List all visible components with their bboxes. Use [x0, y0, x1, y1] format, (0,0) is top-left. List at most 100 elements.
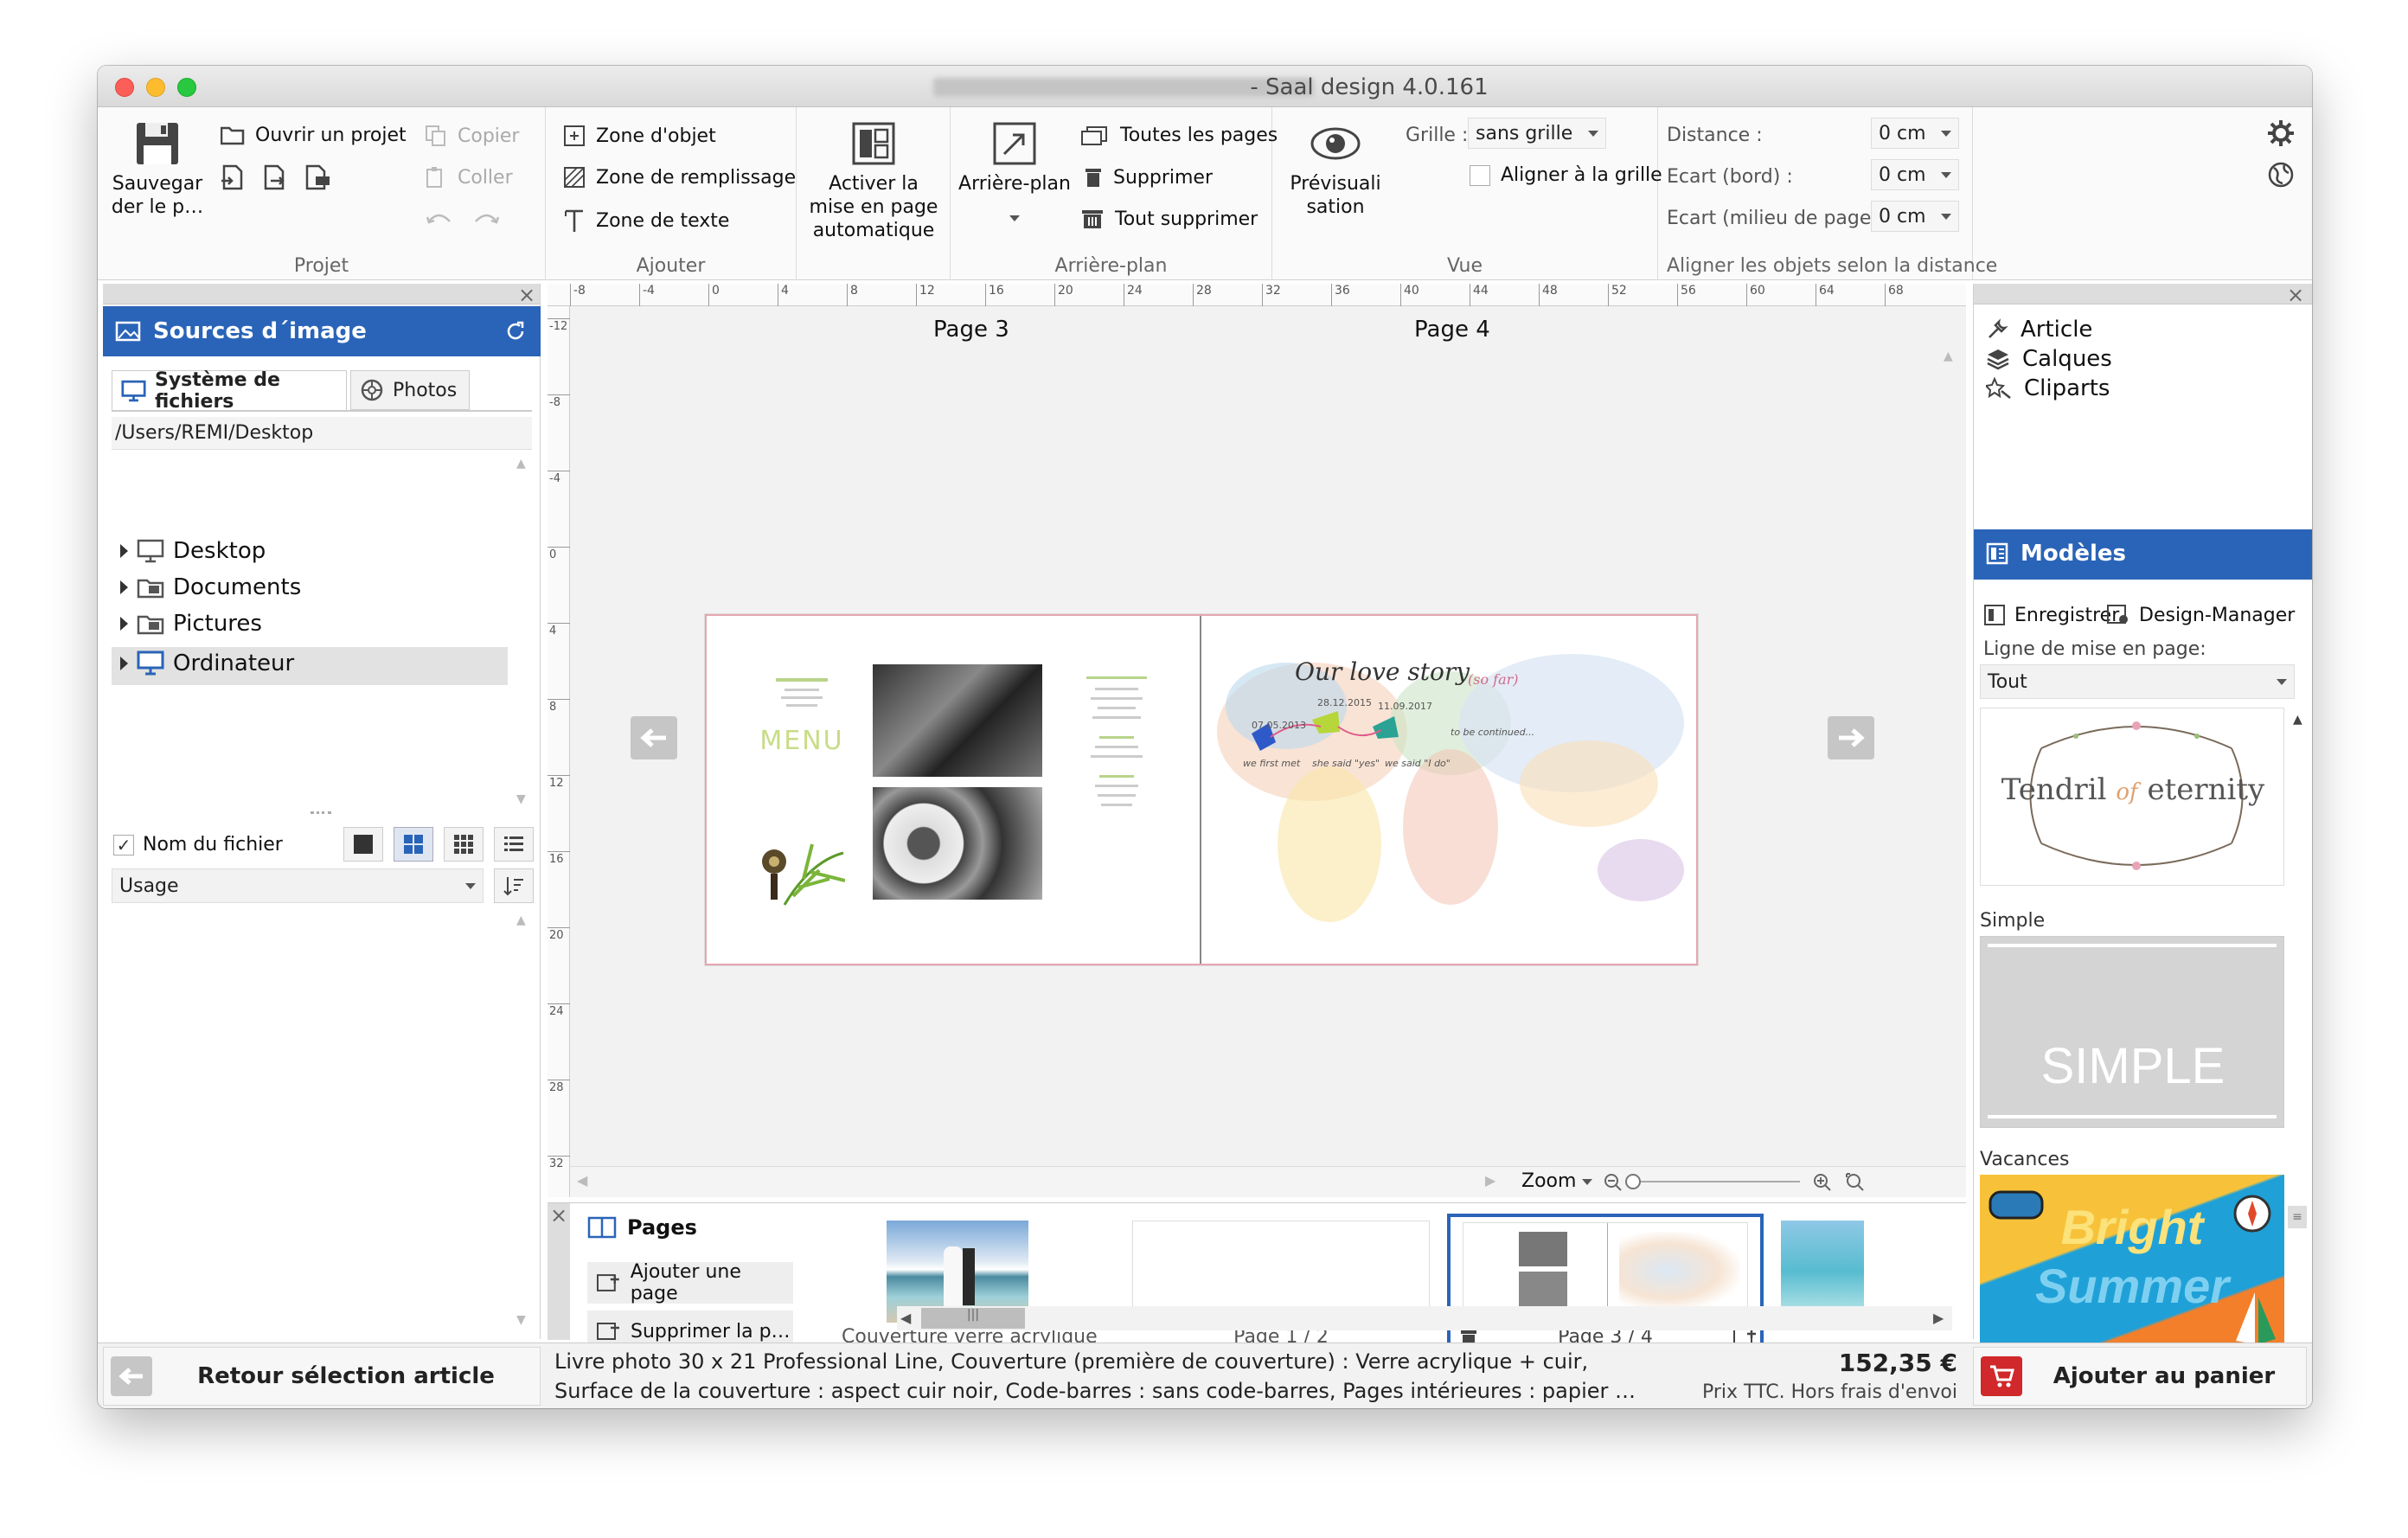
splitter-handle[interactable] — [311, 811, 331, 817]
import-icon[interactable] — [221, 164, 247, 190]
add-page-button[interactable]: Ajouter une page — [587, 1261, 793, 1304]
template-vacances[interactable]: Bright Summer — [1980, 1175, 2284, 1365]
tree-item-documents[interactable]: Documents — [120, 574, 301, 600]
scrollbar-thumb[interactable]: ≡ — [2288, 1206, 2307, 1228]
scroll-right-arrow[interactable]: ▶ — [1485, 1172, 1495, 1189]
template-simple[interactable]: SIMPLE — [1980, 936, 2284, 1128]
align-grid-checkbox[interactable]: Aligner à la grille — [1470, 164, 1662, 186]
expand-arrow-icon[interactable] — [120, 657, 128, 670]
menu-card[interactable]: MENU — [741, 663, 862, 913]
photo-black-white-1[interactable] — [873, 664, 1042, 777]
zoom-out-icon[interactable] — [1603, 1172, 1623, 1193]
sort-direction-button[interactable] — [494, 868, 534, 903]
undo-icon[interactable] — [426, 211, 452, 227]
filename-checkbox[interactable]: ✓ Nom du fichier — [113, 834, 283, 856]
delete-all-background-button[interactable]: Tout supprimer — [1080, 208, 1258, 230]
open-project-button[interactable]: Ouvrir un projet — [221, 125, 407, 146]
sidebar-item-calques[interactable]: Calques — [1974, 344, 2312, 374]
ruler-vertical: -12 -8 -4 0 4 8 12 16 20 24 28 32 — [548, 306, 570, 1197]
chevron-down-icon[interactable] — [1009, 215, 1020, 221]
copy-button[interactable]: Copier — [425, 125, 519, 147]
expand-arrow-icon[interactable] — [120, 580, 128, 594]
scroll-left-arrow[interactable]: ◀ — [900, 1310, 911, 1326]
sidebar-item-article[interactable]: Article — [1974, 315, 2312, 344]
pages-scrollbar[interactable]: ◀ ||| ▶ — [897, 1306, 1952, 1330]
sidebar-item-modeles[interactable]: Modèles — [1974, 529, 2312, 578]
sort-select[interactable]: Usage — [112, 868, 484, 903]
tree-item-desktop[interactable]: Desktop — [120, 538, 266, 564]
world-map-page[interactable]: Our love story (so far) 07.05.2013 28.12… — [1208, 637, 1693, 939]
zoom-window-button[interactable] — [177, 78, 196, 97]
ruler-tick-label: 40 — [1404, 284, 1419, 298]
scroll-up-arrow[interactable]: ▲ — [516, 457, 528, 471]
minimize-window-button[interactable] — [146, 78, 165, 97]
tab-photos[interactable]: Photos — [350, 370, 470, 410]
tree-item-pictures[interactable]: Pictures — [120, 611, 262, 637]
scroll-down-arrow[interactable]: ▼ — [516, 792, 528, 806]
page-spread[interactable]: MENU Our love story (so far) 07.05.2013 … — [705, 614, 1698, 965]
panel-drag-handle[interactable] — [1974, 284, 2312, 304]
auto-layout-button[interactable]: Activer la mise en page automatique — [804, 121, 944, 242]
design-manager-button[interactable]: Design-Manager — [2106, 604, 2295, 626]
program-card[interactable] — [1056, 663, 1177, 915]
export-icon[interactable] — [262, 164, 288, 190]
scrollbar-thumb[interactable]: ||| — [921, 1308, 1025, 1329]
tree-item-computer[interactable]: Ordinateur — [120, 650, 294, 676]
view-large-button[interactable] — [343, 827, 383, 862]
view-list-button[interactable] — [494, 827, 534, 862]
add-to-cart-button[interactable]: Ajouter au panier — [1973, 1347, 2307, 1406]
ruler-tick — [548, 547, 570, 548]
scroll-up-arrow[interactable]: ▲ — [2293, 713, 2302, 727]
expand-arrow-icon[interactable] — [120, 617, 128, 631]
tab-file-system[interactable]: Système de fichiers — [112, 369, 347, 413]
close-icon[interactable]: × — [518, 285, 535, 305]
object-zone-button[interactable]: Zone d'objet — [563, 125, 716, 147]
pages-grip[interactable]: × — [548, 1203, 570, 1340]
zoom-slider-track[interactable] — [1627, 1181, 1800, 1182]
chevron-down-icon — [1941, 171, 1951, 178]
fill-zone-button[interactable]: Zone de remplissage — [563, 166, 796, 189]
article-description: Livre photo 30 x 21 Professional Line, C… — [554, 1347, 1636, 1406]
paste-button[interactable]: Coller — [425, 166, 513, 189]
all-pages-button[interactable]: Toutes les pages — [1080, 125, 1278, 146]
scroll-up-arrow[interactable]: ▲ — [516, 913, 526, 927]
delete-background-button[interactable]: Supprimer — [1084, 166, 1213, 189]
view-small-button[interactable] — [444, 827, 484, 862]
text-zone-button[interactable]: Zone de texte — [563, 208, 729, 234]
grid-select[interactable]: sans grille — [1468, 118, 1606, 149]
template-tendril[interactable]: Tendril of eternity — [1980, 708, 2284, 886]
close-icon[interactable]: × — [2287, 285, 2304, 305]
ruler-tick-label: 28 — [1196, 284, 1212, 298]
scroll-up-arrow[interactable]: ▲ — [1944, 349, 1953, 363]
layout-line-select[interactable]: Tout — [1980, 664, 2295, 699]
sidebar-item-cliparts[interactable]: Cliparts — [1974, 374, 2312, 403]
zoom-slider-thumb[interactable] — [1625, 1174, 1641, 1189]
scroll-right-arrow[interactable]: ▶ — [1933, 1310, 1944, 1326]
scroll-down-arrow[interactable]: ▼ — [516, 1313, 526, 1327]
export-pdf-icon[interactable] — [304, 164, 331, 190]
middle-gap-stepper[interactable]: 0 cm — [1871, 201, 1959, 232]
zoom-fit-icon[interactable] — [1845, 1172, 1866, 1193]
chevron-down-icon[interactable] — [1582, 1179, 1592, 1185]
preview-button[interactable]: Prévisuali sation — [1281, 121, 1390, 219]
back-to-article-button[interactable]: Retour sélection article — [103, 1347, 541, 1406]
scroll-left-arrow[interactable]: ◀ — [577, 1172, 587, 1189]
refresh-icon[interactable] — [504, 320, 527, 343]
distance-stepper[interactable]: 0 cm — [1871, 118, 1959, 149]
save-button[interactable]: Sauvegar der le p… — [110, 121, 205, 219]
expand-arrow-icon[interactable] — [120, 544, 128, 558]
photo-black-white-2[interactable] — [873, 787, 1042, 900]
redo-icon[interactable] — [473, 211, 499, 227]
prev-page-button[interactable] — [631, 716, 677, 759]
background-button[interactable]: Arrière-plan — [956, 121, 1073, 227]
globe-icon[interactable] — [2267, 161, 2295, 189]
thumb-page-3-4-selected[interactable]: Page 3 / 4 — [1447, 1214, 1764, 1357]
gear-icon[interactable] — [2267, 119, 2295, 147]
edge-gap-stepper[interactable]: 0 cm — [1871, 159, 1959, 190]
save-template-button[interactable]: Enregistrer — [1983, 604, 2119, 626]
panel-drag-handle[interactable] — [103, 284, 540, 304]
zoom-in-icon[interactable] — [1812, 1172, 1833, 1193]
close-window-button[interactable] — [115, 78, 134, 97]
next-page-button[interactable] — [1828, 716, 1874, 759]
view-medium-button[interactable] — [394, 827, 433, 862]
